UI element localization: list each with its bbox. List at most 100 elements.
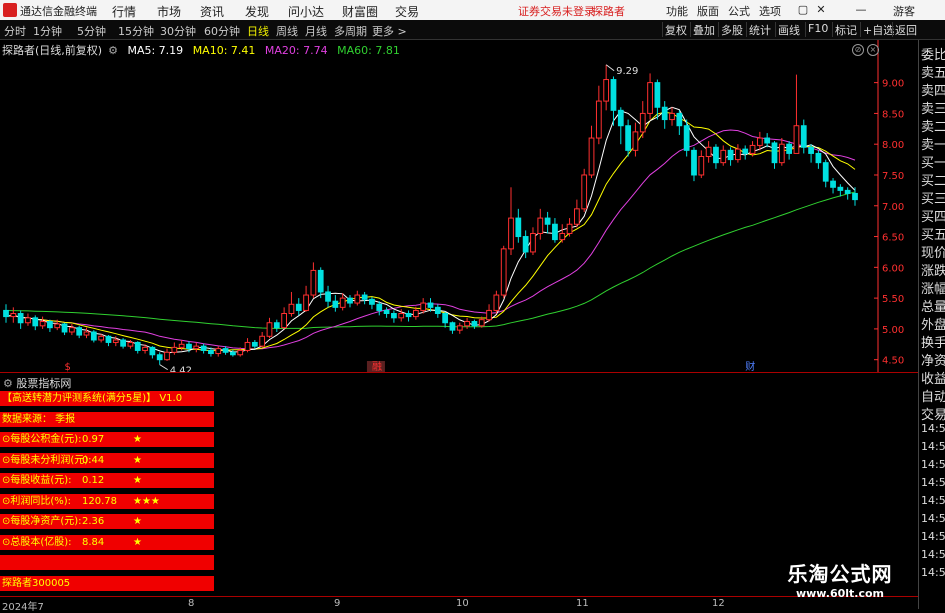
minimize-icon[interactable]: — [853,2,869,18]
candle-body [698,156,705,176]
indicator-row: 数据来源： 季报 [0,411,214,427]
btn-biaoji[interactable]: 标记 [832,22,859,37]
btn-duogu[interactable]: 多股 [718,22,745,37]
indicator-gear-icon[interactable]: ⚙ [3,377,16,390]
menu-wenxiaoda[interactable]: 问小达 [288,3,324,20]
period-weekly[interactable]: 周线 [276,23,298,39]
candle-body [405,313,412,318]
close-panel-icon[interactable]: ✕ [813,2,829,18]
period-daily[interactable]: 日线 [247,23,269,39]
quote-panel-label[interactable]: 14:56 [921,494,945,507]
menu-shichang[interactable]: 市场 [157,3,181,20]
candle-body [420,302,427,311]
btn-huaxian[interactable]: 画线 [775,22,802,37]
chart-close-icon[interactable]: × [867,44,879,56]
quote-panel-label[interactable]: 交易 [921,404,945,423]
candle-body [361,294,368,300]
period-60min[interactable]: 60分钟 [204,23,240,39]
candle-body [3,309,9,318]
quote-panel-label[interactable]: 14:56 [921,512,945,525]
candle-body [742,148,749,154]
chart-info: 探路者(日线,前复权) ⚙ MA5: 7.19 MA10: 7.41 MA20: … [2,42,406,58]
menu-xuanxiang[interactable]: 选项 [759,3,781,19]
quote-panel-label[interactable]: 14:56 [921,530,945,543]
candle-body [112,339,119,343]
menu-caifuquan[interactable]: 财富圈 [342,3,378,20]
gear-icon[interactable]: ⚙ [108,44,118,57]
candle-body [471,321,478,327]
btn-f10[interactable]: F10 [805,22,830,37]
menu-banmian[interactable]: 版面 [697,3,719,19]
ma20-label: MA20: 7.74 [264,44,328,57]
btn-fuquan[interactable]: 复权 [662,22,689,37]
candle-body [713,146,719,164]
quote-panel-label[interactable]: 14:56 [921,566,945,579]
candle-body [383,309,390,315]
indicator-row: 探路者300005 [0,575,214,591]
btn-back[interactable]: 返回 [892,22,919,37]
candle-body [354,294,361,304]
menu-hangqing[interactable]: 行情 [112,3,136,20]
candle-body [288,303,295,315]
candle-body [661,106,668,121]
candle-body [800,125,807,148]
candle-body [391,313,397,319]
watermark: 乐淘公式网 www.60lt.com [760,558,920,600]
quote-panel-label[interactable]: 14:56 [921,548,945,561]
period-more[interactable]: 更多 > [372,23,407,39]
menu-faxian[interactable]: 发现 [245,3,269,20]
period-multi[interactable]: 多周期 [334,23,367,39]
guest-label[interactable]: 游客 [893,3,915,19]
menu-zixun[interactable]: 资讯 [200,3,224,20]
candle-body [200,345,207,351]
candle-body [830,180,836,188]
high-price-label: 9.29 [616,66,638,77]
help-icon[interactable]: ▢ [795,2,811,18]
candle-body [76,327,83,336]
candle-body [588,137,595,176]
quote-panel-label[interactable]: 14:56 [921,440,945,453]
candle-body [259,335,266,347]
menu-jiaoyi[interactable]: 交易 [395,3,419,20]
quote-panel-label[interactable]: 自动 [921,386,945,405]
candle-body [215,348,222,355]
xaxis-label: 8 [188,598,195,609]
period-monthly[interactable]: 月线 [305,23,327,39]
candle-body [720,149,727,164]
quote-panel-label[interactable]: 14:56 [921,458,945,471]
candle-body [208,349,214,355]
candle-body [61,323,68,333]
candle-body [493,294,500,311]
quote-panel-label: 总量 [921,300,945,315]
candle-body [478,319,485,327]
candle-body [654,82,661,108]
candle-body [47,321,53,329]
menu-gongshi[interactable]: 公式 [728,3,750,19]
period-5min[interactable]: 5分钟 [77,23,106,39]
price-tick-label: 6.00 [882,263,904,274]
chart-settings-icon[interactable]: ⊘ [852,44,864,56]
quote-panel-label: 卖一 [921,138,945,153]
period-fenshi[interactable]: 分时 [4,23,26,39]
ma60-label: MA60: 7.81 [337,44,400,57]
candle-body [295,303,302,311]
quote-side-panel: 委比 卖五 卖四 卖三 卖二 卖一 买一 买二 买三 买四 买五 现价 涨跌 涨幅 总量 外盘 换手 净资 收益 自动… [918,40,945,609]
indicator-row [0,555,214,570]
btn-diejia[interactable]: 叠加 [690,22,717,37]
candlestick-chart[interactable]: 9.00 8.50 8.00 7.50 7.00 6.50 6.00 5.50 5.00 4.50… [0,40,918,372]
candle-body [581,174,588,210]
indicator-row: ⊙每股净资产(元): 2.36 ★ [0,514,214,529]
candle-body [222,348,229,353]
period-30min[interactable]: 30分钟 [160,23,196,39]
menu-gongneng[interactable]: 功能 [666,3,688,19]
period-1min[interactable]: 1分钟 [33,23,62,39]
btn-add-watchlist[interactable]: +自选 [860,22,896,37]
quote-panel-label[interactable]: 14:56 [921,476,945,489]
candle-body [398,313,405,319]
panel-separator [0,372,918,373]
quote-panel-label: 外盘 [921,318,945,333]
login-warning[interactable]: 证券交易未登录 [518,3,595,19]
period-15min[interactable]: 15分钟 [118,23,154,39]
btn-tongji[interactable]: 统计 [746,22,773,37]
quote-panel-label[interactable]: 14:56 [921,422,945,435]
